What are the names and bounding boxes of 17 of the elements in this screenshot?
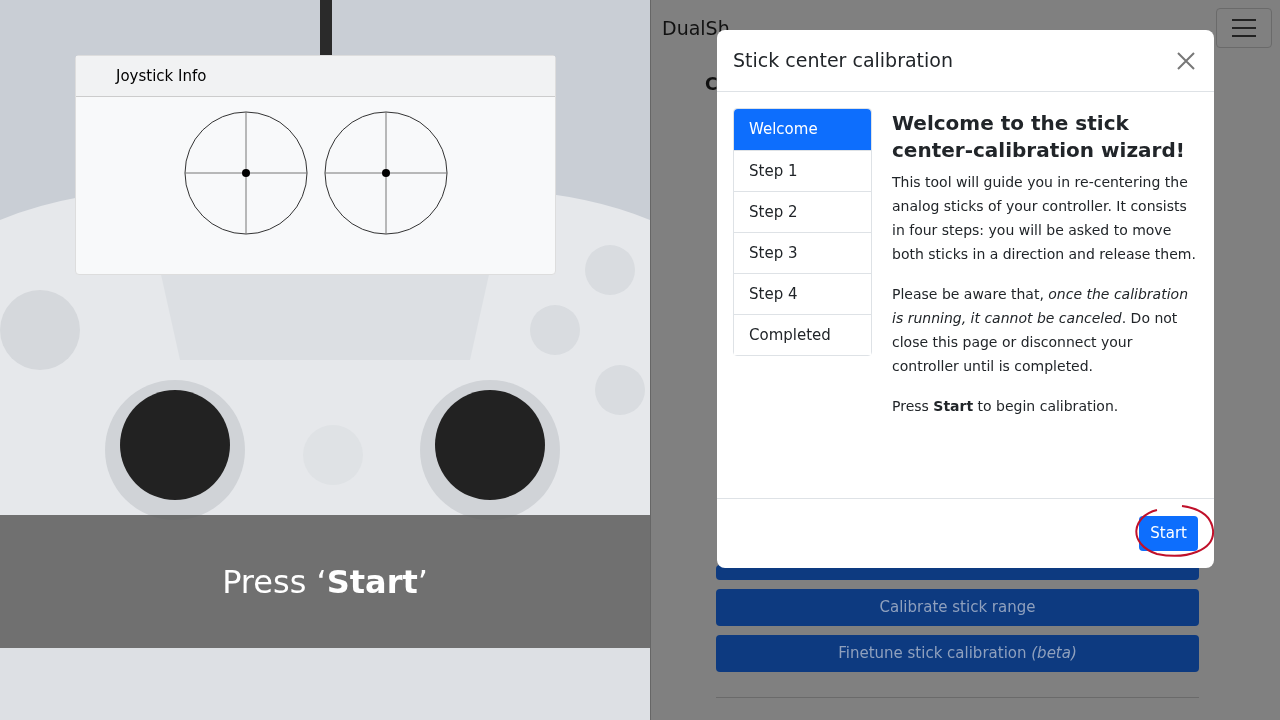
action-button[interactable]: Finetune stick calibration (beta) (716, 635, 1199, 672)
paragraph: Please be aware that, once the calibration is running, it cannot be canceled. Do not close this page or disconnect your controller until is completed. (892, 285, 1190, 376)
wizard-step[interactable]: Welcome (734, 109, 871, 150)
section-heading: C (705, 74, 718, 94)
app-title: DualSh (662, 17, 730, 39)
paragraph: This tool will guide you in re-centering the analog sticks of your controller. It consists in four steps: you will be asked to move both sticks in a direction and release them. (892, 173, 1197, 264)
start-button[interactable]: Start (1139, 516, 1198, 551)
modal-title: Stick center calibration (733, 48, 953, 74)
menu-icon (1231, 18, 1257, 38)
window-title: Joystick Info (116, 65, 207, 87)
action-button[interactable]: Calibrate stick range (716, 589, 1199, 626)
wizard-heading: Welcome to the stick center-calibration wizard! (892, 110, 1186, 164)
paragraph: Press Start to begin calibration. (892, 397, 1120, 416)
wizard-step[interactable]: Completed (734, 314, 871, 355)
close-icon (1177, 51, 1195, 70)
caption: Press ‘Start’ (222, 561, 428, 603)
menu-button[interactable] (1216, 8, 1272, 48)
